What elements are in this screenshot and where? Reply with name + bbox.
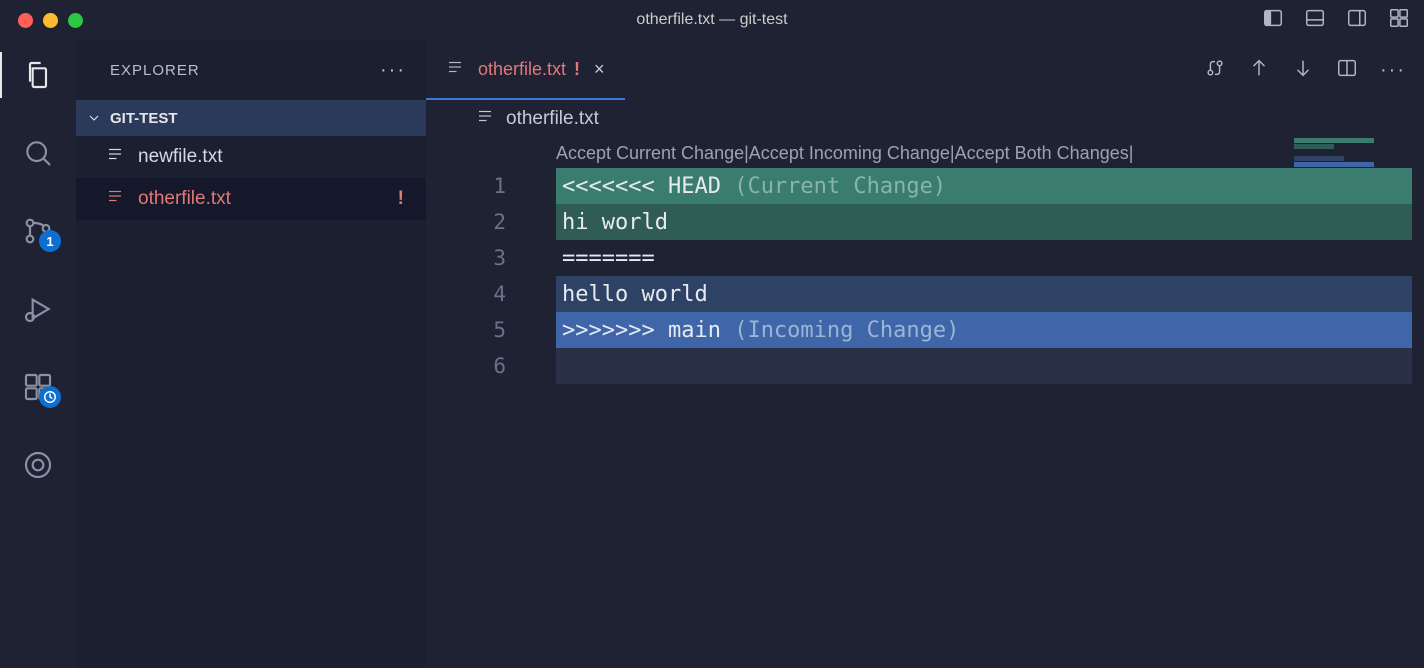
- scm-badge: 1: [39, 230, 61, 252]
- breadcrumb[interactable]: otherfile.txt: [426, 100, 1424, 138]
- sidebar-title: EXPLORER: [110, 62, 200, 79]
- line-content[interactable]: =======: [556, 240, 1412, 276]
- file-icon: [446, 58, 464, 81]
- file-icon: [106, 145, 124, 169]
- next-change-icon[interactable]: [1292, 57, 1314, 84]
- tab-close-icon[interactable]: ×: [594, 59, 605, 80]
- file-name: otherfile.txt: [138, 188, 231, 210]
- tab-modified-indicator: !: [574, 59, 580, 80]
- sidebar-header: EXPLORER ···: [76, 40, 426, 100]
- source-control-view-icon[interactable]: 1: [21, 214, 55, 248]
- tab-bar: otherfile.txt ! × ···: [426, 40, 1424, 100]
- line-number: 2: [426, 210, 556, 234]
- extensions-view-icon[interactable]: [21, 370, 55, 404]
- split-editor-icon[interactable]: [1336, 57, 1358, 84]
- line-number: 4: [426, 282, 556, 306]
- line-number: 3: [426, 246, 556, 270]
- file-item-otherfile[interactable]: otherfile.txt !: [76, 178, 426, 220]
- explorer-view-icon[interactable]: [21, 58, 55, 92]
- file-icon: [106, 187, 124, 211]
- editor-more-icon[interactable]: ···: [1380, 59, 1406, 82]
- accept-current-change[interactable]: Accept Current Change: [556, 143, 744, 164]
- code-line[interactable]: 1<<<<<<< HEAD (Current Change): [426, 168, 1424, 204]
- code-editor[interactable]: 1<<<<<<< HEAD (Current Change)2hi world3…: [426, 168, 1424, 384]
- line-content[interactable]: hello world: [556, 276, 1412, 312]
- titlebar-actions: [1262, 7, 1410, 34]
- toggle-primary-sidebar-icon[interactable]: [1262, 7, 1284, 34]
- code-line[interactable]: 2hi world: [426, 204, 1424, 240]
- window-minimize-button[interactable]: [43, 13, 58, 28]
- previous-change-icon[interactable]: [1248, 57, 1270, 84]
- file-item-newfile[interactable]: newfile.txt: [76, 136, 426, 178]
- merge-codelens: Accept Current Change | Accept Incoming …: [426, 138, 1424, 168]
- toggle-panel-icon[interactable]: [1304, 7, 1326, 34]
- search-view-icon[interactable]: [21, 136, 55, 170]
- codelens-sep: |: [1129, 143, 1134, 164]
- titlebar: otherfile.txt — git-test: [0, 0, 1424, 40]
- activity-bar: 1: [0, 40, 76, 668]
- toggle-secondary-sidebar-icon[interactable]: [1346, 7, 1368, 34]
- bottom-activity-icon[interactable]: [21, 448, 55, 482]
- tab-filename: otherfile.txt: [478, 59, 566, 80]
- window-maximize-button[interactable]: [68, 13, 83, 28]
- line-number: 1: [426, 174, 556, 198]
- folder-name: GIT-TEST: [110, 110, 178, 127]
- editor-actions: ···: [1204, 40, 1406, 100]
- folder-header[interactable]: GIT-TEST: [76, 100, 426, 136]
- code-line[interactable]: 5>>>>>>> main (Incoming Change): [426, 312, 1424, 348]
- traffic-lights: [0, 13, 83, 28]
- code-line[interactable]: 4hello world: [426, 276, 1424, 312]
- extensions-badge-icon: [39, 386, 61, 408]
- line-content[interactable]: [556, 348, 1412, 384]
- line-content[interactable]: >>>>>>> main (Incoming Change): [556, 312, 1412, 348]
- window-close-button[interactable]: [18, 13, 33, 28]
- window-title: otherfile.txt — git-test: [636, 11, 787, 29]
- sidebar-more-icon[interactable]: ···: [380, 59, 406, 82]
- accept-both-changes[interactable]: Accept Both Changes: [955, 143, 1129, 164]
- editor-area: otherfile.txt ! × ···: [426, 40, 1424, 668]
- code-line[interactable]: 3=======: [426, 240, 1424, 276]
- file-name: newfile.txt: [138, 146, 222, 168]
- line-content[interactable]: hi world: [556, 204, 1412, 240]
- accept-incoming-change[interactable]: Accept Incoming Change: [749, 143, 950, 164]
- line-number: 5: [426, 318, 556, 342]
- breadcrumb-filename: otherfile.txt: [506, 108, 599, 130]
- line-number: 6: [426, 354, 556, 378]
- sidebar: EXPLORER ··· GIT-TEST newfile.txt otherf…: [76, 40, 426, 668]
- line-content[interactable]: <<<<<<< HEAD (Current Change): [556, 168, 1412, 204]
- code-line[interactable]: 6: [426, 348, 1424, 384]
- file-status: !: [398, 188, 404, 210]
- file-icon: [476, 107, 494, 131]
- tab-otherfile[interactable]: otherfile.txt ! ×: [426, 40, 625, 100]
- run-debug-view-icon[interactable]: [21, 292, 55, 326]
- customize-layout-icon[interactable]: [1388, 7, 1410, 34]
- minimap[interactable]: [1294, 138, 1414, 168]
- compare-changes-icon[interactable]: [1204, 57, 1226, 84]
